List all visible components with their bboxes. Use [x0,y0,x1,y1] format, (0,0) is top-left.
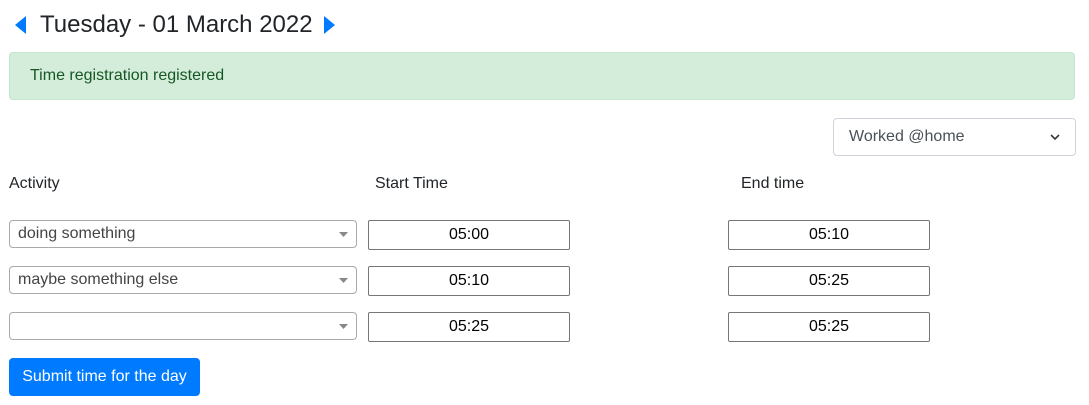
caret-down-icon [339,231,348,237]
previous-day-button[interactable] [9,8,31,42]
location-select-value: Worked @home [849,128,965,145]
activity-select[interactable] [9,312,357,340]
start-time-input[interactable]: 05:25 [368,312,570,342]
start-time-column-header: Start Time [375,175,448,192]
caret-right-icon [323,16,335,34]
next-day-button[interactable] [319,8,341,42]
chevron-down-icon [1050,133,1060,140]
caret-down-icon [339,277,348,283]
start-time-input[interactable]: 05:00 [368,220,570,250]
alert-message: Time registration registered [30,67,225,84]
success-alert: Time registration registered [9,52,1075,100]
start-time-input[interactable]: 05:10 [368,266,570,296]
end-time-column-header: End time [741,175,805,192]
date-header: Tuesday - 01 March 2022 [9,8,341,42]
activity-column-header: Activity [9,175,60,192]
activity-select[interactable]: maybe something else [9,266,357,294]
location-select[interactable]: Worked @home [833,118,1076,156]
end-time-input[interactable]: 05:25 [728,312,930,342]
caret-left-icon [15,16,26,34]
activity-select[interactable]: doing something [9,220,357,248]
page-title: Tuesday - 01 March 2022 [40,11,313,38]
end-time-input[interactable]: 05:25 [728,266,930,296]
submit-button[interactable]: Submit time for the day [9,358,200,396]
caret-down-icon [339,323,348,329]
end-time-input[interactable]: 05:10 [728,220,930,250]
activity-select-value: maybe something else [18,271,179,288]
activity-select-value: doing something [18,225,136,242]
